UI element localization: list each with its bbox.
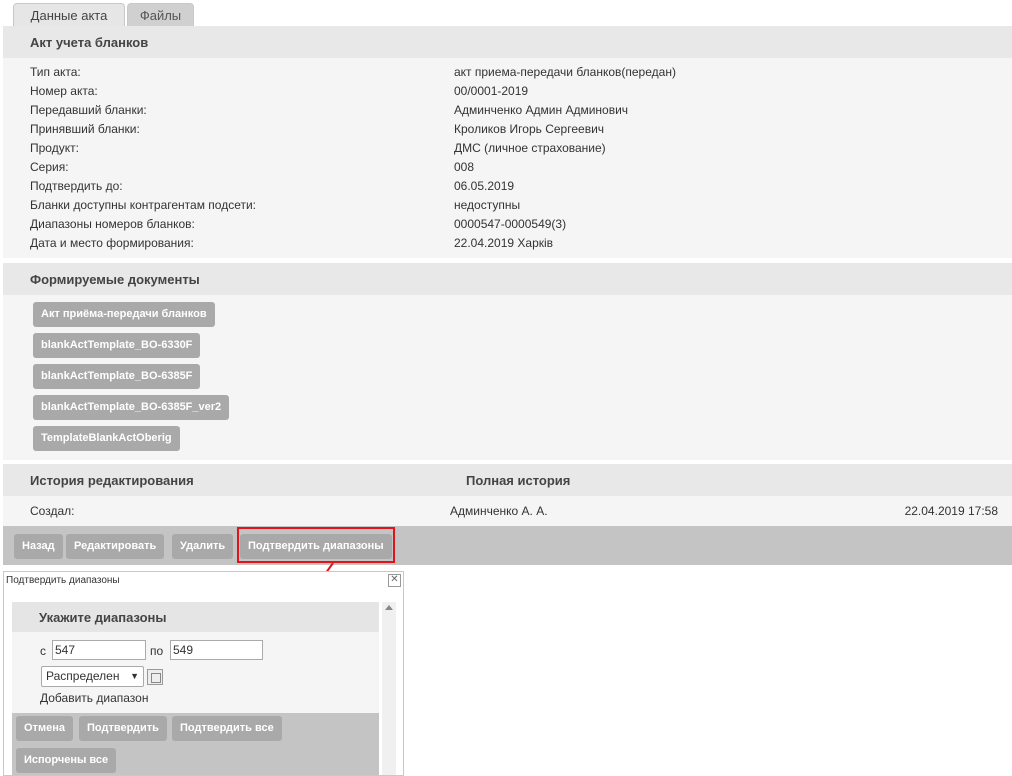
status-select[interactable]: Распределен ▼	[41, 666, 144, 687]
close-icon[interactable]: ✕	[388, 574, 401, 587]
dialog-header-title: Укажите диапазоны	[39, 610, 167, 625]
status-select-value: Распределен	[46, 669, 120, 683]
confirm-ranges-dialog: Подтвердить диапазоны ✕ Укажите диапазон…	[3, 571, 404, 776]
image-frame-shape	[151, 673, 161, 683]
to-input[interactable]: 549	[170, 640, 263, 660]
from-input[interactable]: 547	[52, 640, 146, 660]
dialog-title: Подтвердить диапазоны	[6, 575, 120, 586]
scroll-up-icon[interactable]	[385, 605, 393, 610]
dialog-header: Укажите диапазоны	[12, 602, 379, 632]
confirm-all-button[interactable]: Подтвердить все	[172, 716, 282, 741]
dialog-body: Укажите диапазоны с 547 по 549 Распредел…	[12, 602, 379, 775]
broken-image-icon[interactable]	[147, 669, 163, 685]
cancel-button[interactable]: Отмена	[16, 716, 73, 741]
chevron-down-icon: ▼	[130, 671, 139, 681]
add-range-link[interactable]: Добавить диапазон	[40, 691, 148, 705]
spoiled-all-button[interactable]: Испорчены все	[16, 748, 117, 773]
to-label: по	[150, 644, 164, 658]
from-label: с	[40, 644, 46, 658]
dialog-button-bar: Отмена Подтвердить Подтвердить все Испор…	[12, 713, 379, 775]
dialog-scrollbar[interactable]	[382, 602, 396, 775]
confirm-button[interactable]: Подтвердить	[79, 716, 167, 741]
